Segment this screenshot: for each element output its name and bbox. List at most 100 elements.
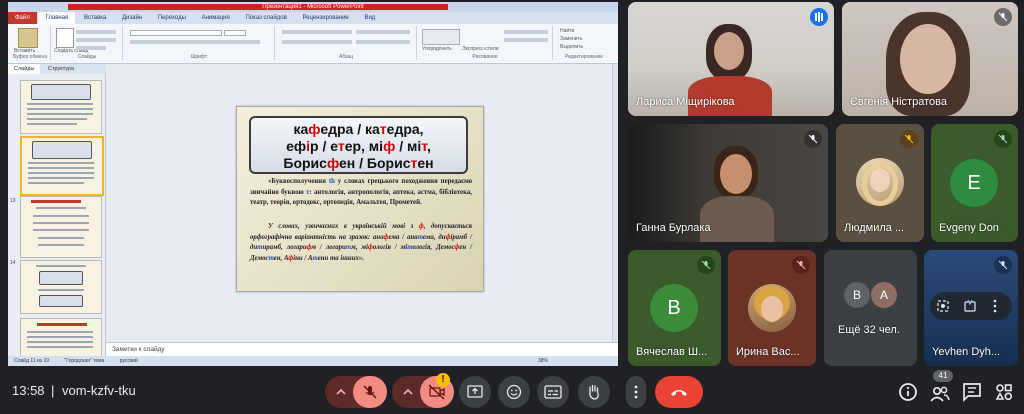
tab-insert[interactable]: Вставка — [77, 12, 113, 24]
ribbon-group-drawing: Упорядочить Экспресс-стили Рисование — [418, 26, 553, 60]
select-button[interactable]: Выделить — [560, 44, 583, 50]
ribbon-line — [130, 40, 260, 44]
thumb-title-box — [39, 295, 83, 307]
slide-title-box[interactable]: кафедра / катедра, ефір / етер, міф / мі… — [249, 116, 468, 174]
notes-pane[interactable]: Заметки к слайду — [106, 342, 618, 356]
font-size-box[interactable] — [224, 30, 246, 36]
raise-hand-button[interactable] — [578, 376, 610, 408]
reactions-button[interactable] — [498, 376, 530, 408]
thumb-title-box — [31, 84, 91, 100]
captions-button[interactable] — [537, 376, 569, 408]
font-name-box[interactable] — [130, 30, 222, 36]
more-options-icon[interactable] — [992, 299, 998, 313]
mic-toggle-button[interactable] — [353, 376, 387, 408]
paragraph-text: ема / ана — [388, 233, 418, 241]
chat-icon[interactable] — [960, 380, 984, 404]
participant-tile[interactable]: E Evgeny Don — [931, 124, 1018, 242]
slide-thumbnail-current[interactable] — [20, 136, 104, 196]
title-text: едра / ка — [320, 121, 380, 137]
tab-file[interactable]: Файл — [8, 12, 37, 24]
slide-thumbnail[interactable] — [20, 196, 102, 258]
thumb-line — [28, 182, 84, 184]
title-text: еф — [286, 138, 307, 154]
slides-panel: 13 14 — [8, 74, 106, 358]
tab-animation[interactable]: Анимация — [195, 12, 237, 24]
thumb-line — [27, 336, 93, 338]
ribbon-line — [76, 46, 106, 50]
thumb-line — [27, 346, 93, 348]
clock: 13:58 — [12, 383, 45, 398]
person-clothes — [700, 196, 774, 242]
mic-control-group — [325, 376, 387, 408]
ribbon-line — [76, 30, 116, 34]
more-participants-tile[interactable]: B A Ещё 32 чел. — [824, 250, 917, 366]
thumb-line — [27, 123, 77, 125]
more-vert-icon — [634, 385, 638, 399]
arrange-button[interactable]: Упорядочить — [422, 46, 452, 52]
chevron-up-icon[interactable] — [335, 386, 347, 398]
participant-tile[interactable]: В Вячеслав Ш... — [628, 250, 721, 366]
thumb-line — [27, 118, 87, 120]
participant-tile[interactable]: Євгенія Ністратова — [842, 2, 1018, 116]
avatar — [748, 284, 796, 332]
frame-icon[interactable] — [936, 299, 950, 313]
tab-design[interactable]: Дизайн — [115, 12, 149, 24]
slide-thumbnail[interactable] — [20, 318, 102, 358]
people-icon[interactable] — [928, 382, 952, 406]
info-icon[interactable] — [896, 380, 920, 404]
editor-scrollbar[interactable] — [612, 64, 618, 342]
participant-tile[interactable]: Людмила ... — [836, 124, 924, 242]
tab-transitions[interactable]: Переходы — [151, 12, 193, 24]
mic-off-icon — [697, 256, 715, 274]
find-button[interactable]: Найти — [560, 28, 574, 34]
tab-home[interactable]: Главная — [38, 12, 76, 24]
thumb-line — [33, 215, 89, 217]
chevron-up-icon[interactable] — [402, 386, 414, 398]
tab-review[interactable]: Рецензирование — [295, 12, 355, 24]
participant-tile[interactable]: Лариса Міщирікова — [628, 2, 834, 116]
mic-off-icon — [363, 385, 377, 399]
slide-paragraph-2[interactable]: У словах, узвичаєних в українській мові … — [250, 222, 472, 264]
slide-thumbnail[interactable] — [20, 80, 102, 134]
group-label: Шрифт — [190, 54, 208, 60]
thumb-line — [27, 103, 93, 105]
thumb-line — [28, 162, 94, 164]
ribbon-group-clipboard: Вставить Буфер обмена — [10, 26, 51, 60]
paste-icon[interactable] — [18, 28, 38, 48]
avatar: A — [871, 282, 897, 308]
participant-tile[interactable]: Ганна Бурлака — [628, 124, 828, 242]
thumb-line — [38, 237, 84, 239]
self-view-tile[interactable]: Yevhen Dyh... — [924, 250, 1018, 366]
paragraph-text: У словах, узвичаєних в українській мові … — [268, 223, 419, 230]
title-highlight-letter: т — [337, 138, 345, 154]
title-text: Борис — [283, 155, 327, 171]
mic-off-icon — [994, 8, 1012, 26]
thumb-number: 13 — [10, 198, 16, 204]
shapes-gallery[interactable] — [422, 29, 460, 45]
participant-name: Yevhen Dyh... — [932, 346, 1001, 358]
effects-icon[interactable] — [962, 298, 978, 314]
replace-button[interactable]: Заменить — [560, 36, 582, 42]
leave-call-button[interactable] — [655, 376, 703, 408]
quick-styles-button[interactable]: Экспресс-стили — [462, 46, 499, 52]
avatar: E — [950, 159, 998, 207]
tab-view[interactable]: Вид — [357, 12, 382, 24]
slide-paragraph-1[interactable]: «Буквосполучення th у словах грецького п… — [250, 177, 472, 209]
thumb-line — [33, 222, 89, 224]
activities-icon[interactable] — [992, 380, 1016, 404]
status-zoom: 38% — [538, 358, 549, 364]
participant-name: Вячеслав Ш... — [636, 346, 708, 358]
participant-tile[interactable]: Ирина Вас... — [728, 250, 816, 366]
thumb-red-heading — [31, 200, 81, 203]
slide-thumbnail[interactable] — [20, 260, 102, 314]
tab-slideshow[interactable]: Показ слайдов — [238, 12, 293, 24]
present-button[interactable] — [459, 376, 491, 408]
thumb-line — [27, 341, 93, 343]
tab-outline-panel[interactable]: Структура — [42, 64, 80, 74]
participant-name: Ирина Вас... — [736, 346, 800, 358]
tab-slides-panel[interactable]: Слайды — [8, 64, 41, 74]
new-slide-icon[interactable] — [56, 28, 74, 48]
thumb-line — [38, 289, 84, 291]
more-options-button[interactable] — [626, 376, 646, 408]
title-text: ен — [417, 155, 434, 171]
